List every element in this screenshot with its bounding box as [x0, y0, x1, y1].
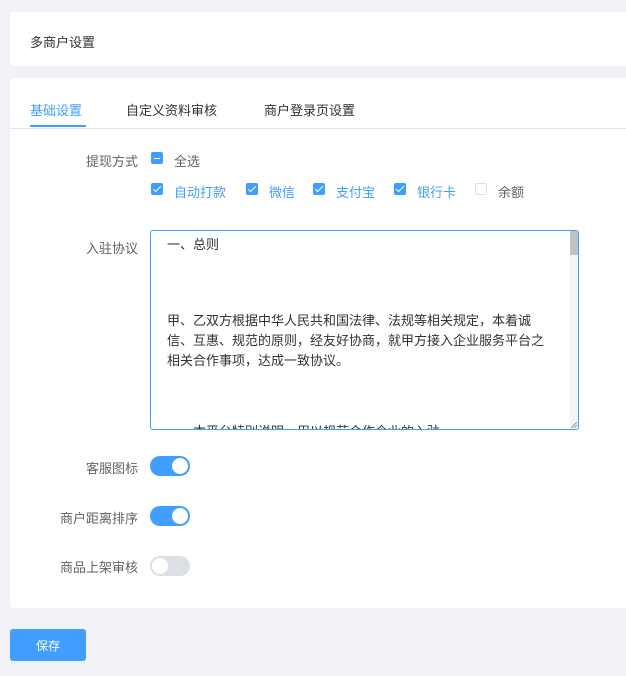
active-tab-indicator	[30, 125, 86, 127]
tab-custom-profile-review[interactable]: 自定义资料审核	[126, 100, 217, 119]
option-label[interactable]: 银行卡	[417, 182, 456, 201]
merchant-distance-sort-switch[interactable]	[150, 506, 190, 526]
option-label[interactable]: 余额	[498, 182, 524, 201]
customer-service-icon-label: 客服图标	[85, 461, 138, 476]
resize-handle-icon[interactable]	[571, 422, 577, 428]
checkbox-checked-icon[interactable]	[151, 183, 163, 195]
textarea-scrollbar[interactable]	[570, 231, 578, 429]
agreement-line: 甲、乙双方根据中华人民共和国法律、法规等相关规定，本着诚	[167, 313, 532, 328]
checkbox-unchecked-icon[interactable]	[475, 183, 487, 195]
switch-knob	[152, 558, 168, 574]
merchant-distance-sort-label: 商户距离排序	[59, 511, 138, 526]
agreement-line: 一、本平台特别说明，用以规范合作企业的入驻	[167, 422, 552, 429]
tab-merchant-login-page[interactable]: 商户登录页设置	[264, 100, 355, 119]
option-label[interactable]: 自动打款	[174, 182, 226, 201]
scrollbar-thumb[interactable]	[570, 231, 578, 255]
switch-knob	[172, 508, 188, 524]
checkbox-checked-icon[interactable]	[313, 183, 325, 195]
agreement-label: 入驻协议	[85, 241, 138, 256]
product-listing-review-switch[interactable]	[150, 556, 190, 576]
header-card: 多商户设置	[10, 12, 626, 66]
agreement-textarea[interactable]: 一、总则 甲、乙双方根据中华人民共和国法律、法规等相关规定，本着诚 信、互惠、规…	[150, 230, 579, 430]
select-all-label[interactable]: 全选	[174, 151, 200, 170]
agreement-line: 相关合作事项，达成一致协议。	[167, 353, 350, 368]
settings-card: 基础设置 自定义资料审核 商户登录页设置 提现方式 全选 自动打款 微信 支付宝…	[10, 78, 626, 608]
checkbox-checked-icon[interactable]	[394, 183, 406, 195]
switch-knob	[172, 458, 188, 474]
option-label[interactable]: 支付宝	[336, 182, 375, 201]
product-listing-review-label: 商品上架审核	[59, 560, 138, 575]
tab-bar: 基础设置 自定义资料审核 商户登录页设置	[10, 78, 626, 129]
option-label[interactable]: 微信	[269, 182, 295, 201]
page-title: 多商户设置	[30, 35, 96, 50]
agreement-line: 信、互惠、规范的原则，经友好协商，就甲方接入企业服务平台之	[167, 333, 545, 348]
tab-basic-settings[interactable]: 基础设置	[30, 100, 82, 119]
agreement-line: 一、总则	[167, 237, 220, 252]
withdraw-method-label: 提现方式	[85, 154, 138, 169]
checkbox-checked-icon[interactable]	[246, 183, 258, 195]
checkbox-indeterminate-icon[interactable]	[151, 152, 163, 164]
customer-service-icon-switch[interactable]	[150, 456, 190, 476]
save-button[interactable]: 保存	[10, 629, 86, 661]
